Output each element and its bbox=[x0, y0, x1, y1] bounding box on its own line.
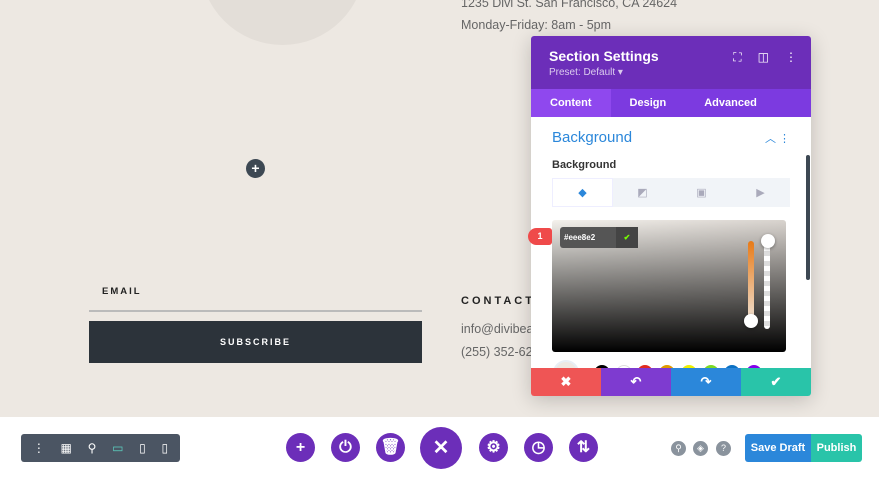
scrollbar[interactable] bbox=[806, 155, 810, 280]
hours-text: Monday-Friday: 8am - 5pm bbox=[461, 18, 612, 32]
phone-icon[interactable]: ▯ bbox=[161, 441, 168, 455]
more-options-icon[interactable]: ⋮ bbox=[785, 50, 797, 65]
tablet-icon[interactable]: ▯ bbox=[139, 441, 146, 455]
split-view-icon[interactable]: ◫ bbox=[758, 50, 769, 65]
opacity-handle[interactable] bbox=[761, 234, 775, 248]
add-button[interactable]: + bbox=[286, 433, 315, 462]
layers-icon[interactable]: ◈ bbox=[693, 441, 708, 456]
trash-icon[interactable]: 🗑 bbox=[376, 433, 405, 462]
color-fill-icon[interactable]: ◆ bbox=[552, 178, 613, 207]
hex-value: #eee8e2 bbox=[564, 233, 596, 242]
hue-handle[interactable] bbox=[744, 314, 758, 328]
panel-header: Section Settings Preset: Default ▾ ⛶ ◫ ⋮ bbox=[531, 36, 811, 89]
save-button[interactable]: ✔ bbox=[741, 368, 811, 396]
add-module-button[interactable]: + bbox=[246, 159, 265, 178]
section-settings-panel: Section Settings Preset: Default ▾ ⛶ ◫ ⋮ C… bbox=[531, 36, 811, 396]
close-icon[interactable]: ✕ bbox=[420, 427, 462, 469]
gradient-icon[interactable]: ◩ bbox=[613, 178, 672, 207]
desktop-icon[interactable]: ▭ bbox=[112, 441, 123, 455]
subscribe-button[interactable]: SUBSCRIBE bbox=[89, 321, 422, 363]
undo-button[interactable]: ↶ bbox=[601, 368, 671, 396]
tab-design[interactable]: Design bbox=[611, 89, 686, 117]
search-icon[interactable]: ⚲ bbox=[671, 441, 686, 456]
tab-content[interactable]: Content bbox=[531, 89, 611, 117]
contact-heading: CONTACT bbox=[461, 295, 535, 307]
gear-icon[interactable]: ⚙ bbox=[479, 433, 508, 462]
cancel-button[interactable]: ✖ bbox=[531, 368, 601, 396]
video-icon[interactable]: ▶ bbox=[731, 178, 790, 207]
contact-email: info@divibea bbox=[461, 322, 534, 336]
collapse-icon[interactable]: ︿ ⋮ bbox=[765, 130, 790, 146]
email-input[interactable] bbox=[89, 310, 422, 312]
menu-icon[interactable]: ⋮ bbox=[33, 441, 45, 455]
redo-button[interactable]: ↷ bbox=[671, 368, 741, 396]
layout-icon[interactable]: ▦ bbox=[61, 441, 72, 455]
decorative-circle bbox=[200, 0, 365, 45]
history-icon[interactable]: ◷ bbox=[524, 433, 553, 462]
zoom-icon[interactable]: ⚲ bbox=[88, 441, 97, 455]
save-draft-button[interactable]: Save Draft bbox=[745, 434, 811, 462]
help-icon[interactable]: ? bbox=[716, 441, 731, 456]
check-icon[interactable]: ✔ bbox=[616, 227, 638, 248]
hex-input[interactable]: #eee8e2 ✔ bbox=[560, 227, 638, 248]
publish-button[interactable]: Publish bbox=[811, 434, 862, 462]
contact-phone: (255) 352-625 bbox=[461, 345, 540, 359]
image-icon[interactable]: ▣ bbox=[672, 178, 731, 207]
address-text: 1235 Divi St. San Francisco, CA 24624 bbox=[461, 0, 678, 10]
portability-icon[interactable]: ⇅ bbox=[569, 433, 598, 462]
background-label: Background bbox=[552, 159, 617, 171]
preset-dropdown[interactable]: Preset: Default ▾ bbox=[549, 67, 793, 78]
section-title[interactable]: Background bbox=[552, 129, 632, 146]
opacity-slider[interactable] bbox=[764, 241, 770, 329]
view-mode-toolbar: ⋮ ▦ ⚲ ▭ ▯ ▯ bbox=[21, 434, 180, 462]
email-label: EMAIL bbox=[102, 286, 142, 297]
fullscreen-icon[interactable]: ⛶ bbox=[733, 50, 741, 65]
power-icon[interactable]: ⏻ bbox=[331, 433, 360, 462]
tab-advanced[interactable]: Advanced bbox=[685, 89, 776, 117]
annotation-badge: 1 bbox=[528, 228, 552, 245]
